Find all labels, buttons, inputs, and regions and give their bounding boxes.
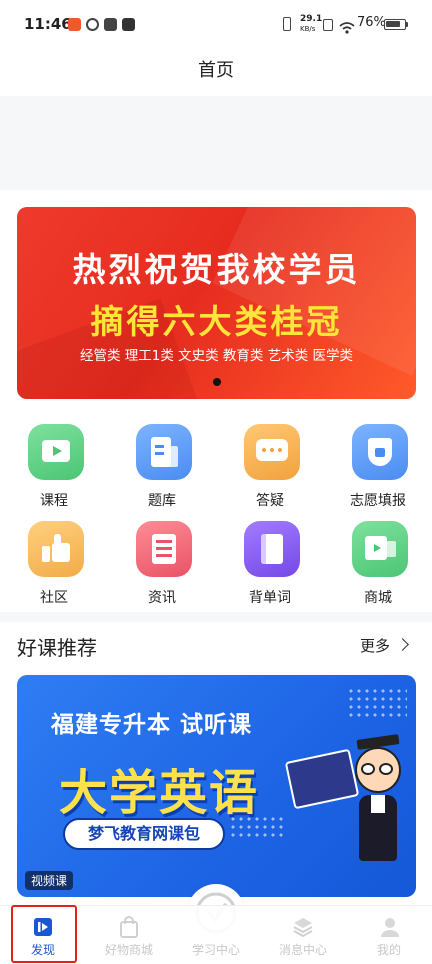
nav-messages[interactable]: 消息中心: [260, 906, 346, 964]
grid-item-courses[interactable]: 课程: [4, 424, 104, 509]
vibrate-icon: [283, 17, 291, 31]
grid-item-news[interactable]: 资讯: [112, 521, 212, 606]
course-card[interactable]: 福建专升本 试听课 大学英语 梦飞教育网课包 视频课: [17, 675, 416, 897]
blank-placeholder-area: [0, 96, 432, 190]
grid-label: 志愿填报: [350, 493, 406, 509]
play-notification-icon: [122, 18, 135, 31]
nav-label: 好物商城: [104, 943, 153, 957]
video-course-badge: 视频课: [25, 871, 74, 890]
link-notification-icon: [86, 18, 99, 31]
course-package-label: 梦飞教育网课包: [63, 818, 225, 850]
shopping-bag-icon: [120, 916, 138, 938]
grid-item-volunteer-application[interactable]: 志愿填报: [328, 424, 428, 509]
status-bar: 11:46 29.1 KB/s 76%: [0, 0, 432, 50]
app-notification-icon: [68, 18, 81, 31]
course-subtitle: 福建专升本 试听课: [51, 712, 253, 738]
thumbs-up-icon: [28, 521, 84, 577]
course-title: 大学英语: [59, 765, 260, 821]
page-title: 首页: [198, 60, 234, 81]
grid-item-store[interactable]: 商城: [328, 521, 428, 606]
no-sim-icon: [323, 19, 333, 31]
wifi-icon: [339, 19, 355, 34]
more-link[interactable]: 更多: [360, 635, 390, 656]
nav-mine[interactable]: 我的: [346, 906, 432, 964]
grid-item-community[interactable]: 社区: [4, 521, 104, 606]
grid-item-vocabulary[interactable]: 背单词: [220, 521, 320, 606]
nav-mall[interactable]: 好物商城: [86, 906, 172, 964]
tv-icon: [28, 424, 84, 480]
user-icon: [381, 918, 399, 937]
selected-tab-highlight: [11, 905, 77, 963]
grid-label: 题库: [148, 493, 176, 509]
status-time: 11:46: [24, 15, 72, 33]
chat-icon: [244, 424, 300, 480]
nav-label: 我的: [376, 943, 401, 957]
grid-label: 资讯: [148, 590, 176, 606]
banner-headline: 热烈祝贺我校学员: [72, 250, 361, 289]
layers-icon: [293, 918, 313, 938]
nav-label: 学习中心: [191, 943, 240, 957]
grid-label: 答疑: [256, 493, 284, 509]
banner-pagination-dot: [213, 378, 221, 386]
section-title: 好课推荐: [17, 636, 97, 660]
banner-categories: 经管类 理工1类 文史类 教育类 艺术类 医学类: [79, 348, 354, 364]
net-speed-unit: KB/s: [300, 25, 316, 33]
battery-percent: 76%: [357, 15, 386, 30]
app-header: 首页: [0, 50, 432, 96]
grid-label: 商城: [364, 590, 392, 606]
chevron-right-icon[interactable]: [396, 638, 409, 651]
nav-label: 消息中心: [278, 943, 327, 957]
promo-banner[interactable]: 热烈祝贺我校学员 摘得六大类桂冠 经管类 理工1类 文史类 教育类 艺术类 医学…: [17, 207, 416, 399]
grid-item-qa[interactable]: 答疑: [220, 424, 320, 509]
banner-subheadline: 摘得六大类桂冠: [90, 302, 343, 341]
news-icon: [136, 521, 192, 577]
section-divider: [0, 612, 432, 622]
document-icon: [136, 424, 192, 480]
nav-learning-center[interactable]: 学习中心: [173, 906, 259, 964]
book-icon: [244, 521, 300, 577]
store-icon: [352, 521, 408, 577]
decoration-dots: [347, 687, 407, 717]
battery-cap: [406, 22, 408, 27]
flag-icon: [352, 424, 408, 480]
net-speed-value: 29.1: [300, 14, 323, 24]
mail-notification-icon: [104, 18, 117, 31]
grid-item-question-bank[interactable]: 题库: [112, 424, 212, 509]
student-cartoon-illustration: [347, 734, 409, 887]
grid-label: 课程: [40, 493, 68, 509]
battery-icon: [384, 19, 406, 30]
grid-label: 背单词: [249, 590, 291, 606]
grid-label: 社区: [40, 590, 68, 606]
